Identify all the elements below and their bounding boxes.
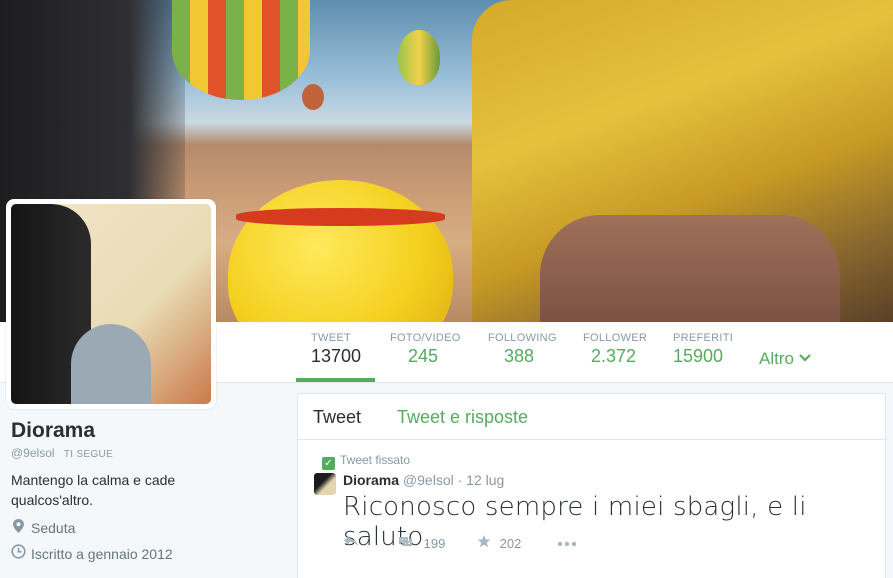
stat-value: 15900	[673, 346, 724, 366]
clock-icon	[11, 544, 26, 562]
stat-value: 2.372	[591, 346, 637, 366]
chevron-down-icon	[798, 354, 811, 362]
tweet-avatar[interactable]	[314, 473, 336, 495]
profile-handle[interactable]: @9elsol	[11, 446, 55, 460]
tweet-author-row: Diorama @9elsol · 12 lug	[343, 472, 504, 488]
pin-icon: ✓	[322, 457, 335, 470]
more-menu[interactable]: Altro	[759, 349, 811, 369]
profile-location: Seduta	[11, 519, 75, 536]
retweet-button[interactable]: 199	[396, 535, 445, 551]
reply-icon	[344, 536, 358, 546]
favorite-count: 202	[499, 536, 522, 551]
stat-tweet[interactable]: TWEET 13700	[311, 332, 361, 367]
timeline: Tweet Tweet e risposte ✓ Tweet fissato Di…	[297, 393, 886, 578]
profile-handle-row: @9elsol TI SEGUE	[11, 446, 113, 460]
more-label: Altro	[759, 349, 794, 368]
stat-label: FOLLOWER	[583, 332, 648, 344]
stat-value: 245	[408, 346, 439, 366]
reply-button[interactable]	[343, 535, 359, 550]
profile-joined: Iscritto a gennaio 2012	[11, 544, 173, 562]
pinned-label-row: ✓ Tweet fissato	[322, 453, 410, 470]
pinned-label: Tweet fissato	[340, 453, 411, 467]
tab-tweet-replies[interactable]: Tweet e risposte	[397, 407, 528, 428]
star-icon	[477, 535, 491, 548]
favorite-button[interactable]: 202	[477, 535, 521, 551]
stat-following[interactable]: FOLLOWING 388	[488, 332, 557, 367]
more-icon	[557, 541, 577, 547]
stat-photo-video[interactable]: FOTO/VIDEO 245	[390, 332, 461, 367]
tab-tweet[interactable]: Tweet	[313, 407, 361, 428]
stat-label: PREFERITI	[673, 332, 734, 344]
banner-balloon	[172, 0, 310, 100]
stat-value: 13700	[311, 346, 362, 366]
avatar-shoulder	[71, 324, 151, 404]
more-actions-button[interactable]	[557, 535, 577, 550]
retweet-count: 199	[423, 536, 446, 551]
joined-text: Iscritto a gennaio 2012	[31, 546, 173, 562]
stat-follower[interactable]: FOLLOWER 2.372	[583, 332, 647, 367]
avatar[interactable]	[11, 204, 211, 404]
banner-balloon	[398, 30, 440, 85]
retweet-icon	[399, 537, 412, 546]
location-text: Seduta	[31, 520, 76, 536]
stat-favorites[interactable]: PREFERITI 15900	[673, 332, 733, 367]
stat-value: 388	[504, 346, 535, 366]
stat-label: FOTO/VIDEO	[390, 332, 461, 344]
tweet-author-handle[interactable]: @9elsol	[403, 472, 454, 488]
tweet-author-name[interactable]: Diorama	[343, 472, 399, 488]
location-pin-icon	[11, 519, 25, 536]
profile-bio: Mantengo la calma e cade qualcos'altro.	[11, 472, 176, 508]
banner-hand	[540, 215, 840, 322]
tweet-time[interactable]: · 12 lug	[458, 472, 505, 488]
stat-label: TWEET	[311, 332, 351, 344]
stat-label: FOLLOWING	[488, 332, 557, 344]
profile-avatar-frame	[6, 199, 216, 409]
banner-balloon	[228, 180, 453, 322]
banner-balloon	[302, 84, 324, 110]
timeline-tabs: Tweet Tweet e risposte	[298, 394, 885, 440]
follows-you-badge: TI SEGUE	[63, 449, 113, 460]
profile-name[interactable]: Diorama	[11, 419, 95, 443]
active-tab-underline	[296, 378, 375, 382]
